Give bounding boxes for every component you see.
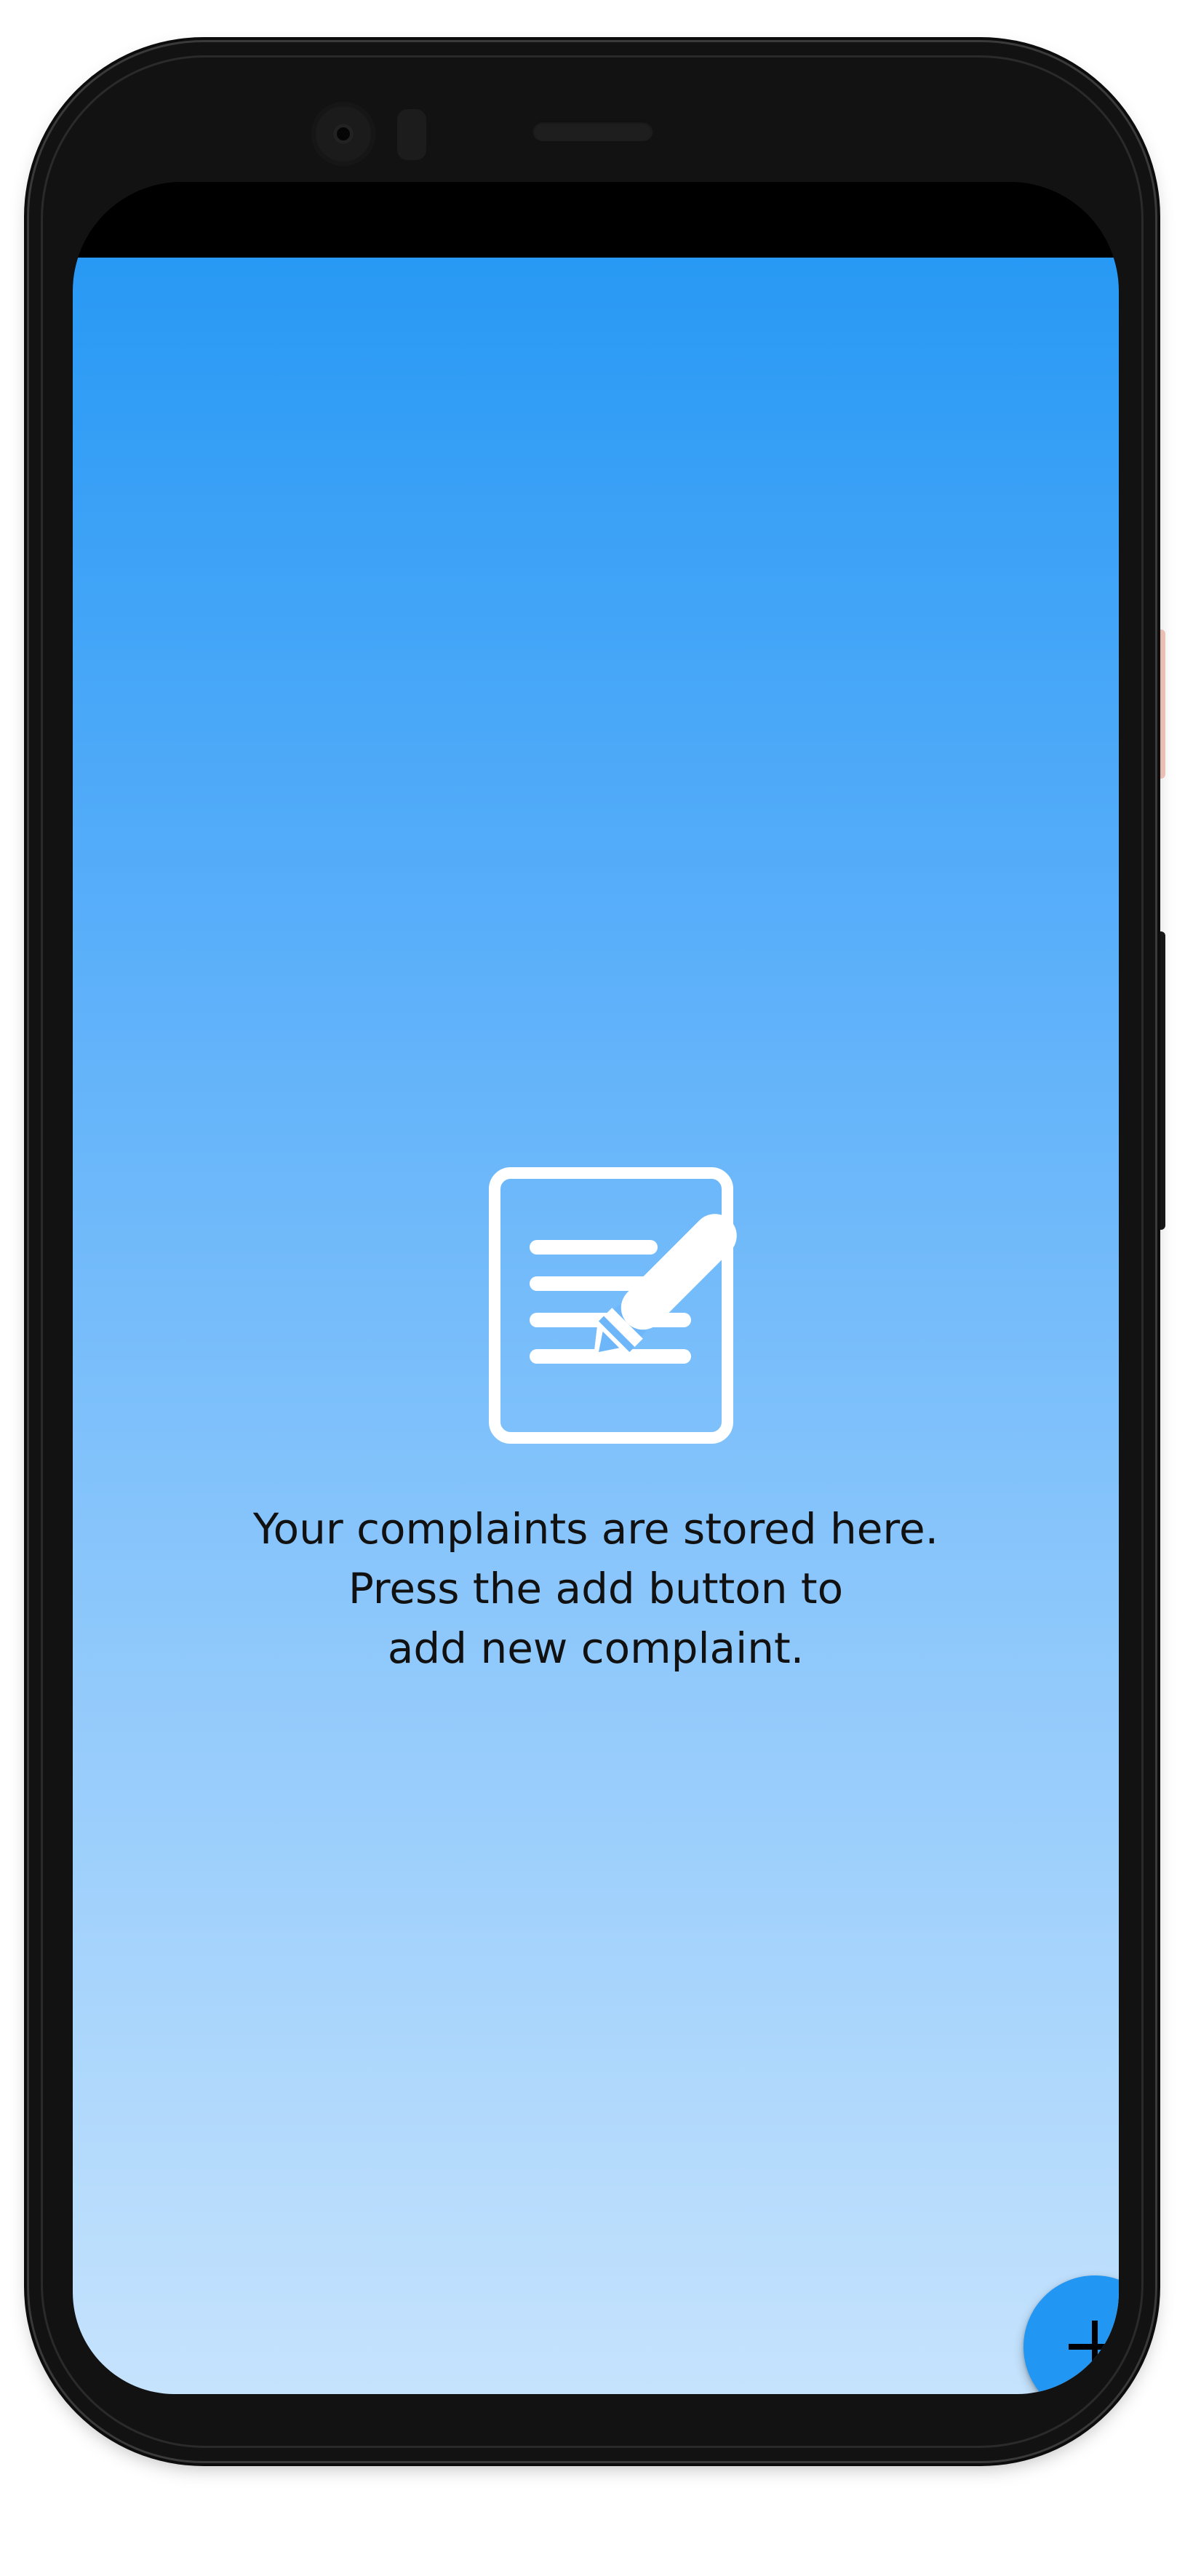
page: Your complaints are stored here. Press t… [0, 0, 1193, 2576]
front-camera [311, 102, 375, 166]
document-edit-icon [489, 1167, 737, 1444]
phone-frame: Your complaints are stored here. Press t… [29, 42, 1155, 2461]
empty-state-message: Your complaints are stored here. Press t… [159, 1499, 1032, 1678]
screen: Your complaints are stored here. Press t… [73, 182, 1119, 2394]
empty-state-line-2: Press the add button to [348, 1564, 844, 1613]
earpiece-speaker [532, 121, 653, 141]
empty-state-line-1: Your complaints are stored here. [252, 1504, 939, 1554]
plus-icon [1069, 2321, 1119, 2373]
empty-state-line-3: add new complaint. [387, 1623, 805, 1673]
camera-lens [333, 124, 354, 144]
status-bar [73, 182, 1119, 258]
proximity-sensor [397, 109, 426, 160]
